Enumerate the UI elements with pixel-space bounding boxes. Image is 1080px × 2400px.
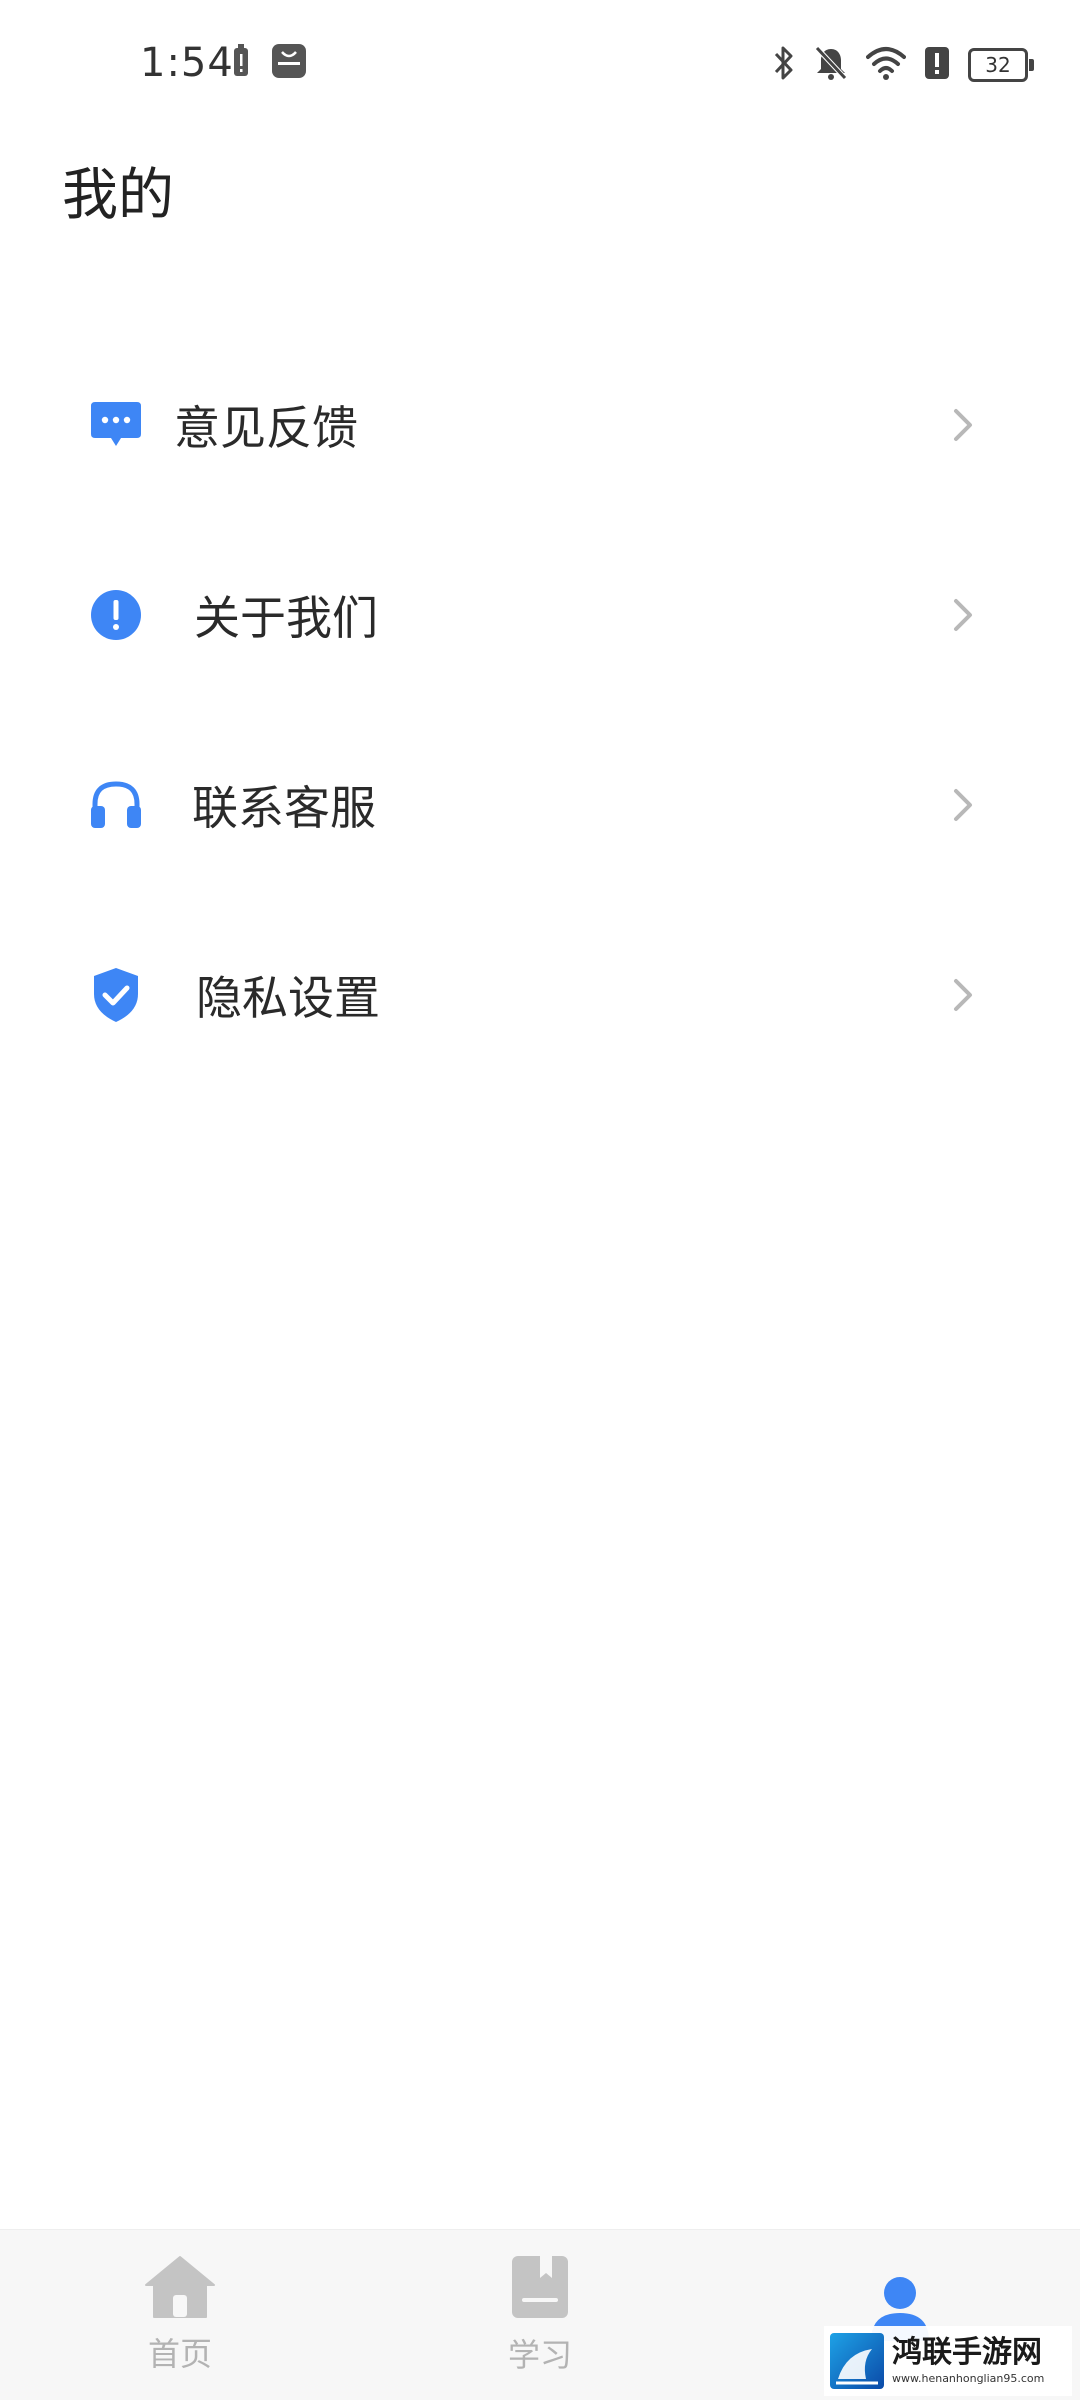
nav-label-study: 学习 xyxy=(507,2336,572,2374)
watermark-logo-icon xyxy=(830,2333,884,2389)
watermark-text: 鸿联手游网 www.henanhonglian95.com xyxy=(892,2334,1045,2385)
menu-item-customer-service[interactable]: 联系客服 xyxy=(0,710,1080,900)
chevron-right-icon xyxy=(946,975,980,1015)
nav-home[interactable]: 首页 xyxy=(0,2230,360,2400)
alert-icon xyxy=(924,46,950,84)
watermark: 鸿联手游网 www.henanhonglian95.com xyxy=(824,2326,1072,2396)
home-icon xyxy=(144,2255,216,2323)
huawei-app-icon xyxy=(272,44,306,82)
battery-icon: 32 xyxy=(968,48,1034,82)
nav-label-home: 首页 xyxy=(147,2335,212,2373)
menu-label-customer-service: 联系客服 xyxy=(192,781,376,835)
menu-label-about: 关于我们 xyxy=(194,591,378,645)
chevron-right-icon xyxy=(946,595,980,635)
bluetooth-icon xyxy=(772,44,796,86)
status-left-icons xyxy=(232,44,306,82)
watermark-url: www.henanhonglian95.com xyxy=(892,2371,1045,2385)
watermark-title: 鸿联手游网 xyxy=(892,2334,1042,2370)
wifi-icon xyxy=(866,45,906,85)
status-right-icons: 32 xyxy=(772,44,1034,86)
status-time: 1:54 xyxy=(140,40,234,86)
battery-level: 32 xyxy=(985,53,1011,77)
status-bar: 1:54 32 xyxy=(0,0,1080,130)
menu-item-about[interactable]: 关于我们 xyxy=(0,520,1080,710)
chevron-right-icon xyxy=(946,405,980,445)
info-exclamation-icon xyxy=(88,587,144,643)
page-title: 我的 xyxy=(62,163,174,228)
book-icon xyxy=(510,2254,570,2324)
battery-alert-icon xyxy=(232,44,250,82)
feedback-chat-icon xyxy=(88,397,144,453)
chevron-right-icon xyxy=(946,785,980,825)
menu-label-feedback: 意见反馈 xyxy=(174,401,358,455)
bell-off-icon xyxy=(814,45,848,85)
menu-item-feedback[interactable]: 意见反馈 xyxy=(0,330,1080,520)
menu-list: 意见反馈 关于我们 联系客服 隐私设置 xyxy=(0,330,1080,1090)
shield-check-icon xyxy=(88,967,144,1023)
nav-study[interactable]: 学习 xyxy=(360,2230,720,2400)
headphones-icon xyxy=(88,777,144,833)
menu-item-privacy[interactable]: 隐私设置 xyxy=(0,900,1080,1090)
menu-label-privacy: 隐私设置 xyxy=(196,971,380,1025)
